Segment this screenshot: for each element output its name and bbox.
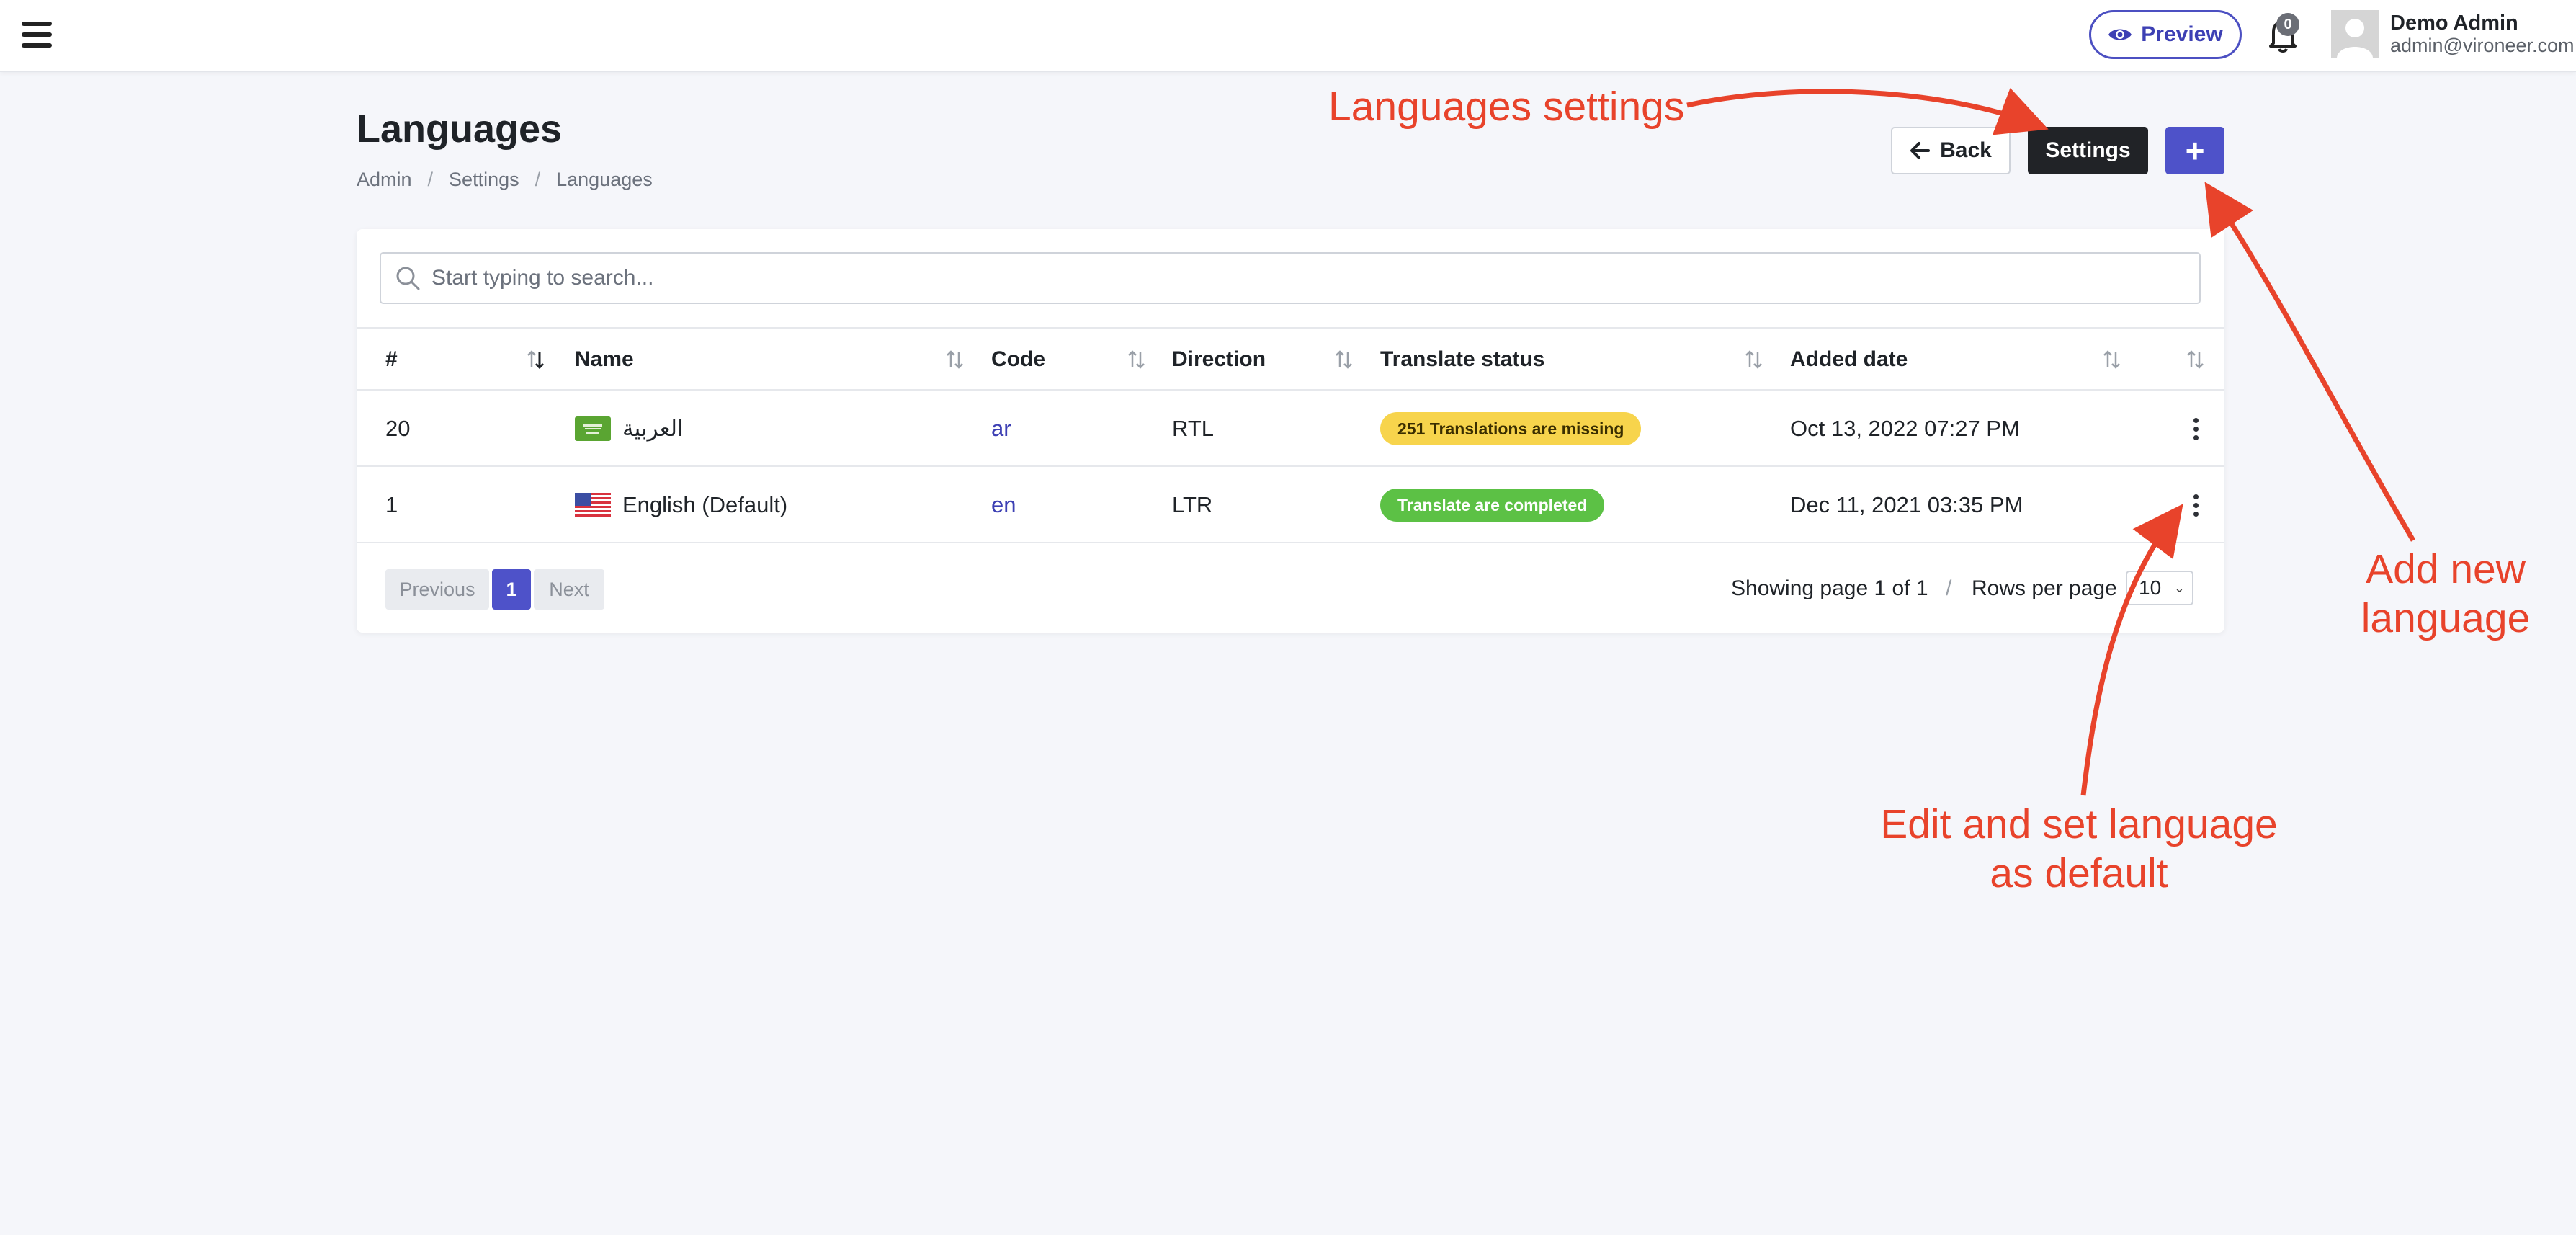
row-added-date: Oct 13, 2022 07:27 PM — [1790, 416, 2020, 441]
arrow-to-settings — [1686, 87, 2049, 135]
row-direction: RTL — [1172, 416, 1215, 441]
back-label: Back — [1940, 138, 1992, 162]
annotation-line: Add new — [2366, 546, 2526, 592]
settings-button[interactable]: Settings — [2028, 127, 2148, 174]
breadcrumb-separator: / — [535, 169, 541, 190]
breadcrumb-settings[interactable]: Settings — [449, 169, 519, 191]
chevron-down-icon: ⌄ — [2173, 581, 2185, 595]
annotation-add-new-language: Add new language — [2356, 545, 2536, 643]
language-code-link[interactable]: en — [991, 492, 1016, 518]
row-name: العربية — [575, 391, 684, 467]
row-status: Translate are completed — [1380, 467, 1605, 543]
top-bar: Preview 0 Demo Admin admin@vironeer.com — [0, 0, 2576, 72]
user-silhouette-icon — [2331, 10, 2379, 58]
sort-icon[interactable] — [2185, 349, 2206, 370]
search-box[interactable] — [380, 252, 2201, 304]
column-header-added-date[interactable]: Added date — [1790, 329, 1908, 391]
back-button[interactable]: Back — [1891, 127, 2011, 174]
rows-per-page-label: Rows per page — [1972, 576, 2117, 600]
add-language-button[interactable]: + — [2165, 127, 2224, 174]
column-header-translate-status[interactable]: Translate status — [1380, 329, 1544, 391]
sort-icon[interactable] — [2101, 349, 2123, 370]
page-1-button[interactable]: 1 — [492, 569, 531, 610]
page-title: Languages — [357, 107, 563, 151]
sort-desc-icon[interactable] — [525, 349, 547, 370]
page-info: Showing page 1 of 1 — [1731, 576, 1928, 600]
saudi-arabia-flag-icon — [575, 416, 611, 441]
breadcrumb-admin[interactable]: Admin — [357, 169, 412, 191]
sort-icon[interactable] — [1743, 349, 1765, 370]
plus-icon: + — [2185, 132, 2205, 169]
sort-icon[interactable] — [944, 349, 966, 370]
eye-icon — [2108, 29, 2132, 40]
row-direction: LTR — [1172, 492, 1213, 517]
row-name: English (Default) — [575, 467, 787, 543]
pagination: Previous 1 Next — [385, 569, 604, 610]
breadcrumb-separator: / — [427, 169, 434, 190]
table-header: # Name Code Direction Translate status A… — [357, 327, 2224, 391]
column-header-id[interactable]: # — [385, 329, 398, 391]
row-actions-menu-icon[interactable] — [2185, 491, 2206, 520]
settings-label: Settings — [2045, 138, 2131, 162]
menu-icon[interactable] — [22, 22, 52, 48]
sort-icon[interactable] — [1333, 349, 1355, 370]
annotation-edit-set-default: Edit and set language as default — [1870, 800, 2288, 898]
page-info-separator: / — [1946, 576, 1952, 600]
search-input[interactable] — [431, 266, 2160, 290]
avatar[interactable] — [2331, 10, 2379, 58]
annotation-languages-settings: Languages settings — [1328, 84, 1685, 130]
languages-card: # Name Code Direction Translate status A… — [357, 229, 2224, 633]
arrow-left-icon — [1910, 142, 1931, 159]
rows-per-page-value: 10 — [2139, 576, 2162, 599]
row-actions-menu-icon[interactable] — [2185, 414, 2206, 443]
preview-label: Preview — [2141, 22, 2223, 46]
breadcrumb: Admin / Settings / Languages — [357, 169, 653, 191]
notification-badge: 0 — [2276, 13, 2299, 36]
usa-flag-icon — [575, 493, 611, 517]
annotation-line: language — [2361, 595, 2531, 641]
column-header-code[interactable]: Code — [991, 329, 1045, 391]
status-badge: Translate are completed — [1380, 489, 1605, 522]
rows-per-page-select[interactable]: 10 ⌄ — [2126, 571, 2193, 605]
preview-button[interactable]: Preview — [2089, 10, 2242, 59]
search-icon — [396, 267, 420, 290]
language-code-link[interactable]: ar — [991, 416, 1011, 442]
annotation-line: as default — [1990, 850, 2168, 896]
arrow-to-add — [2204, 182, 2416, 542]
row-code: ar — [991, 391, 1011, 467]
status-badge: 251 Translations are missing — [1380, 412, 1642, 445]
previous-page-button[interactable]: Previous — [385, 569, 489, 610]
language-name: العربية — [622, 416, 684, 441]
row-id: 1 — [385, 492, 398, 517]
table-row: 1 English (Default) en LTR Translate are… — [357, 467, 2224, 543]
user-name[interactable]: Demo Admin — [2390, 12, 2518, 35]
sort-icon[interactable] — [1126, 349, 1148, 370]
next-page-button[interactable]: Next — [534, 569, 604, 610]
language-name: English (Default) — [622, 492, 788, 517]
column-header-name[interactable]: Name — [575, 329, 634, 391]
row-added-date: Dec 11, 2021 03:35 PM — [1790, 492, 2023, 517]
breadcrumb-languages: Languages — [556, 169, 653, 190]
annotation-line: Edit and set language — [1880, 801, 2278, 847]
user-email: admin@vironeer.com — [2390, 35, 2575, 56]
row-status: 251 Translations are missing — [1380, 391, 1642, 467]
row-code: en — [991, 467, 1016, 543]
column-header-direction[interactable]: Direction — [1172, 329, 1266, 391]
row-id: 20 — [385, 416, 411, 441]
table-row: 20 العربية ar RTL 251 Translations are m… — [357, 391, 2224, 467]
